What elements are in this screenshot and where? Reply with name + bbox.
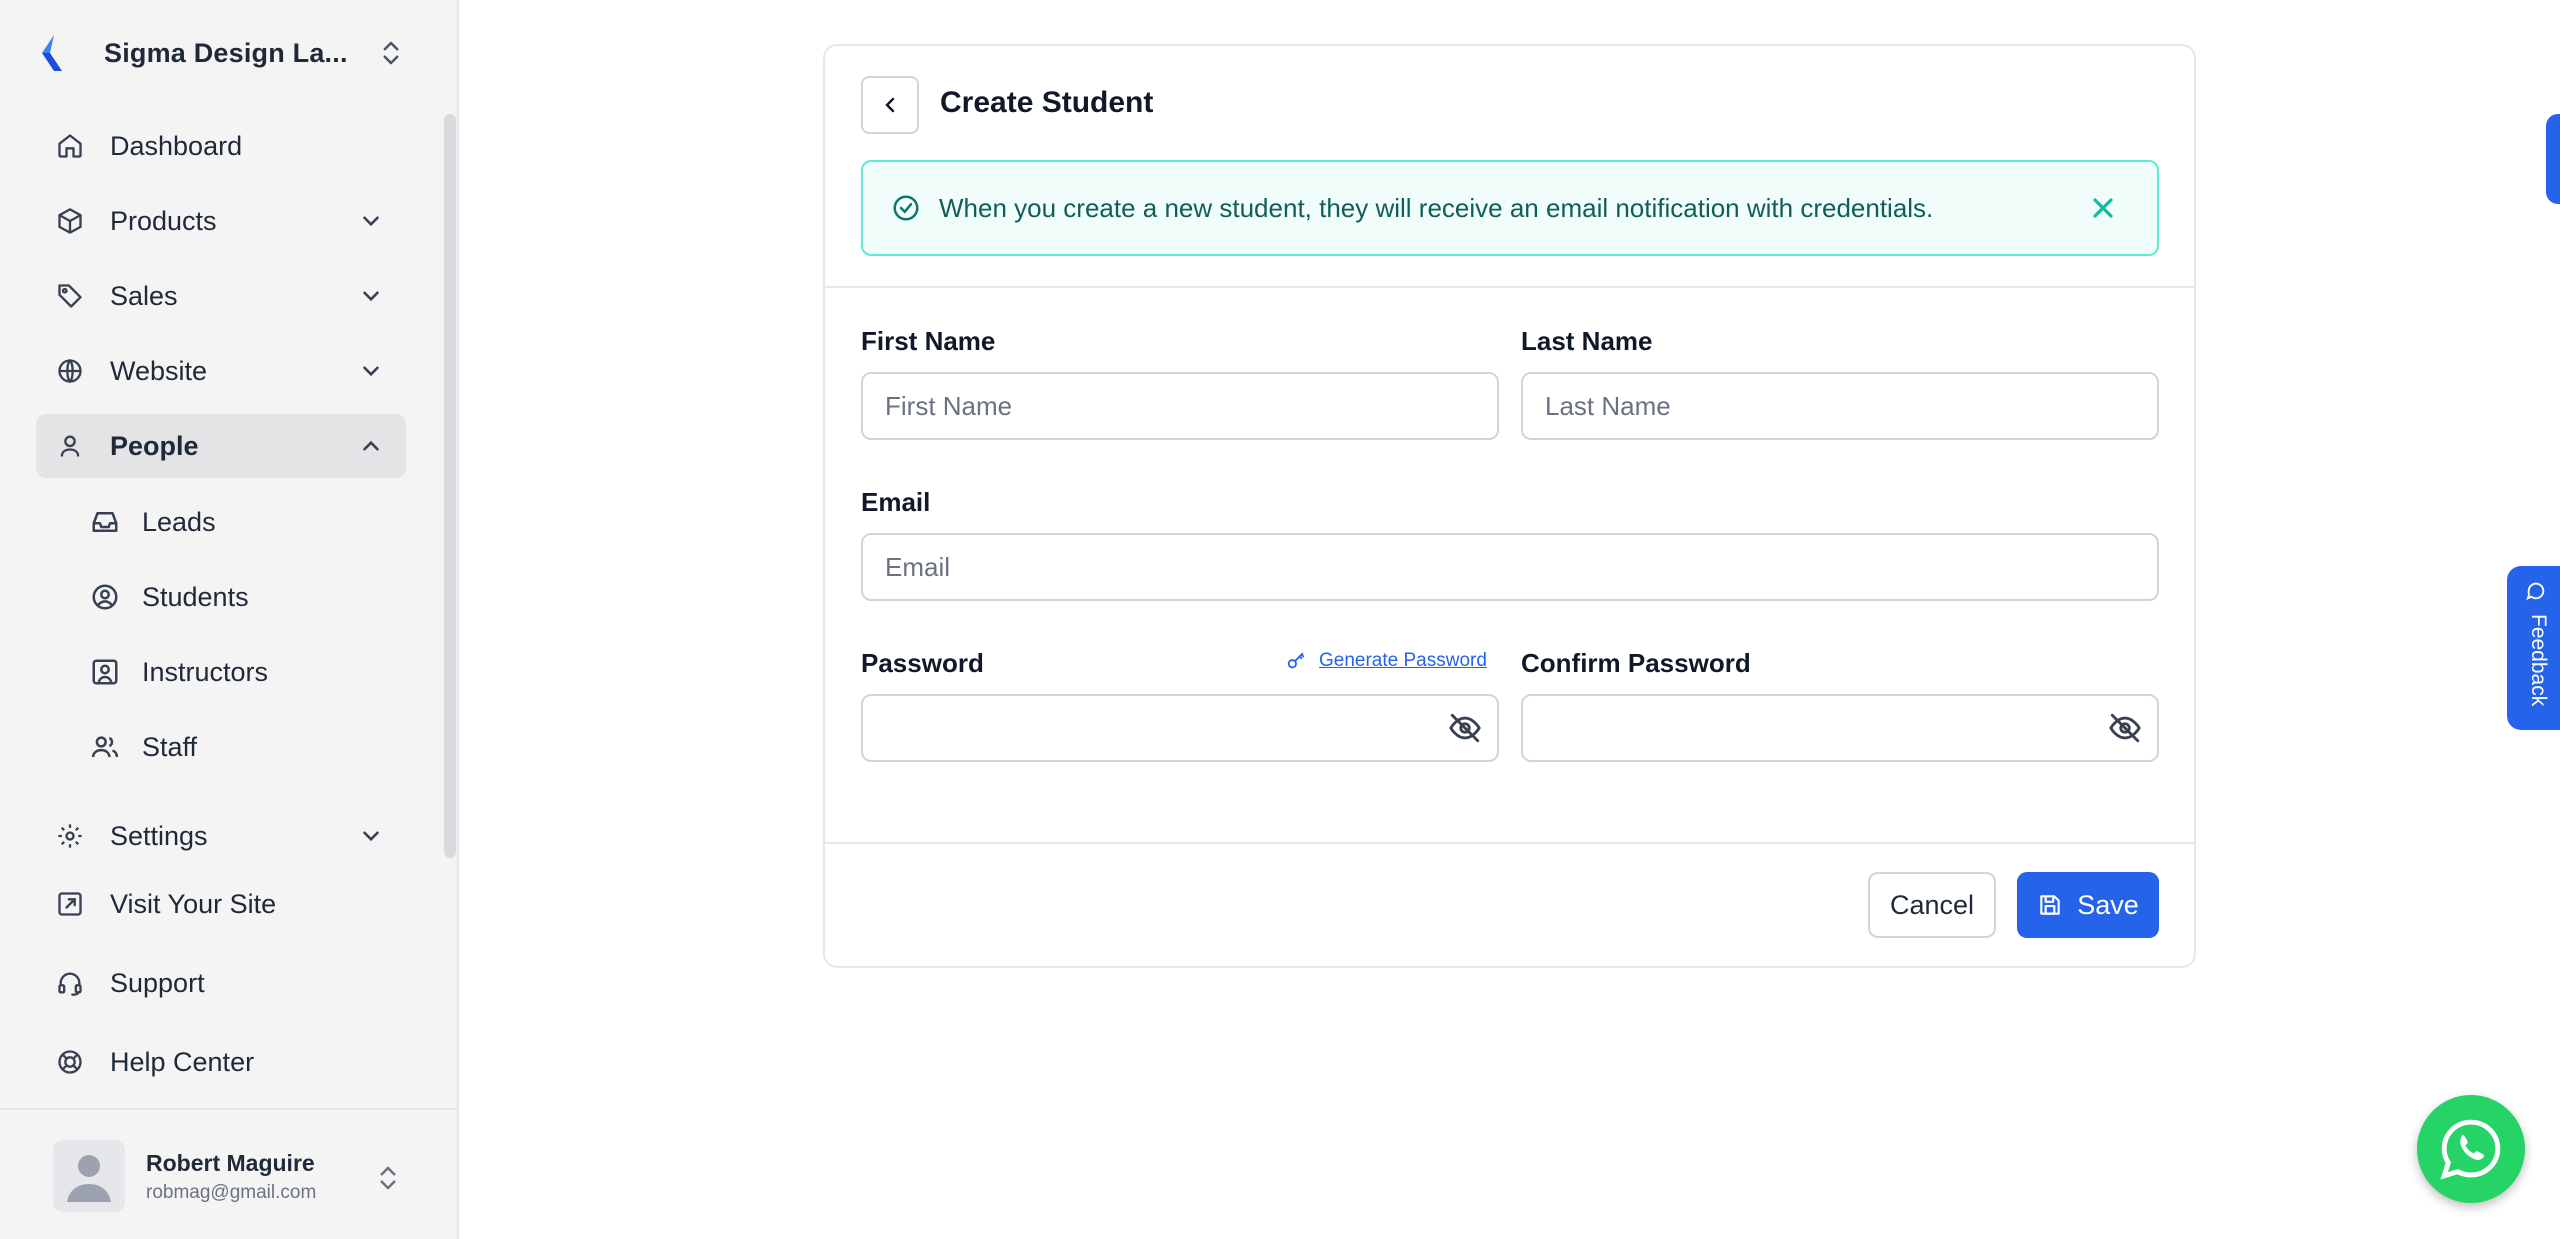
chevron-left-icon: [885, 97, 895, 113]
sidebar-item-website[interactable]: Website: [36, 339, 406, 403]
sidebar-item-support[interactable]: Support: [36, 951, 406, 1015]
sidebar-item-visit-site[interactable]: Visit Your Site: [36, 872, 406, 936]
close-icon[interactable]: [2087, 192, 2119, 224]
sidebar-item-label: Support: [110, 967, 205, 998]
gear-icon: [58, 824, 82, 848]
brand-logo-icon: [42, 35, 62, 71]
sidebar-item-sales[interactable]: Sales: [36, 264, 406, 328]
sidebar-item-dashboard[interactable]: Dashboard: [36, 114, 406, 178]
sidebar-subitem-label: Students: [142, 581, 249, 612]
eye-off-icon[interactable]: [1448, 711, 1482, 745]
eye-off-icon[interactable]: [2108, 711, 2142, 745]
sidebar: Sigma Design La... Dashboard Products Sa…: [0, 0, 459, 1239]
users-icon: [91, 736, 119, 758]
page-title: Create Student: [940, 86, 1154, 119]
user-icon: [60, 435, 80, 457]
org-name: Sigma Design La...: [104, 37, 348, 68]
divider: [825, 842, 2194, 844]
globe-icon: [58, 358, 82, 384]
password-label: Password: [861, 648, 984, 678]
chevron-up-icon: [363, 440, 379, 451]
sidebar-item-label: Sales: [110, 280, 178, 311]
user-circle-icon: [92, 584, 118, 610]
home-icon: [58, 134, 82, 158]
save-button-label: Save: [2077, 889, 2139, 920]
info-alert: When you create a new student, they will…: [861, 160, 2159, 256]
sidebar-item-label: Dashboard: [110, 130, 243, 161]
confirm-password-input[interactable]: [1521, 694, 2159, 762]
chevron-down-icon: [363, 216, 379, 227]
user-menu[interactable]: Robert Maguire robmag@gmail.com: [0, 1108, 457, 1239]
sidebar-item-label: Website: [110, 355, 208, 386]
headset-icon: [58, 972, 82, 996]
sidebar-item-label: Help Center: [110, 1046, 255, 1077]
chevron-down-icon: [363, 831, 379, 842]
last-name-input[interactable]: [1521, 372, 2159, 440]
cancel-button[interactable]: Cancel: [1868, 872, 1996, 938]
chevrons-up-down-icon[interactable]: [373, 1163, 403, 1193]
user-square-icon: [92, 659, 118, 685]
generate-password-link[interactable]: Generate Password: [1285, 650, 1487, 672]
sidebar-item-label: Visit Your Site: [110, 888, 277, 919]
sidebar-subitem-label: Leads: [142, 506, 216, 537]
sidebar-scrollbar[interactable]: [444, 114, 456, 858]
email-label: Email: [861, 487, 931, 517]
sidebar-subitem-instructors[interactable]: Instructors: [88, 642, 406, 702]
alert-message: When you create a new student, they will…: [939, 192, 1934, 223]
sidebar-item-help-center[interactable]: Help Center: [36, 1030, 406, 1094]
divider: [825, 286, 2194, 288]
sidebar-item-people[interactable]: People: [36, 414, 406, 478]
sidebar-item-label: People: [110, 430, 199, 461]
tag-icon: [58, 284, 82, 308]
generate-password-label[interactable]: Generate Password: [1319, 650, 1487, 672]
back-button[interactable]: [861, 76, 919, 134]
sidebar-item-settings[interactable]: Settings: [36, 804, 406, 868]
first-name-label: First Name: [861, 326, 996, 356]
whatsapp-icon: [2440, 1119, 2501, 1180]
edge-panel-tab[interactable]: [2546, 114, 2560, 204]
sidebar-item-label: Products: [110, 205, 217, 236]
sidebar-subitem-staff[interactable]: Staff: [88, 717, 406, 777]
chevron-down-icon: [363, 366, 379, 377]
last-name-label: Last Name: [1521, 326, 1653, 356]
whatsapp-button[interactable]: [2417, 1095, 2525, 1203]
chevron-down-icon: [363, 291, 379, 302]
user-name: Robert Maguire: [146, 1150, 315, 1176]
sidebar-subitem-label: Instructors: [142, 656, 269, 687]
inbox-icon: [92, 512, 118, 532]
save-button[interactable]: Save: [2017, 872, 2159, 938]
first-name-input[interactable]: [861, 372, 1499, 440]
sidebar-subitem-label: Staff: [142, 731, 198, 762]
sidebar-subitem-students[interactable]: Students: [88, 567, 406, 627]
box-icon: [58, 208, 82, 234]
user-email: robmag@gmail.com: [146, 1182, 317, 1203]
external-link-icon: [58, 892, 82, 916]
floppy-disk-icon: [2040, 895, 2060, 915]
email-input[interactable]: [861, 533, 2159, 601]
org-switcher[interactable]: Sigma Design La...: [36, 28, 406, 78]
create-student-card: Create Student When you create a new stu…: [823, 44, 2196, 968]
chat-bubble-icon: [2526, 582, 2545, 601]
password-input[interactable]: [861, 694, 1499, 762]
feedback-label: Feedback: [2527, 614, 2550, 707]
sidebar-item-label: Settings: [110, 820, 208, 851]
key-icon: [1287, 652, 1305, 669]
check-circle-icon: [893, 195, 919, 221]
sidebar-item-products[interactable]: Products: [36, 189, 406, 253]
avatar: [53, 1140, 125, 1212]
feedback-tab[interactable]: Feedback: [2507, 566, 2560, 730]
chevrons-up-down-icon[interactable]: [376, 38, 406, 68]
life-buoy-icon: [58, 1050, 82, 1074]
avatar-placeholder-icon: [67, 1155, 111, 1202]
confirm-password-label: Confirm Password: [1521, 648, 1751, 678]
sidebar-subitem-leads[interactable]: Leads: [88, 492, 406, 552]
